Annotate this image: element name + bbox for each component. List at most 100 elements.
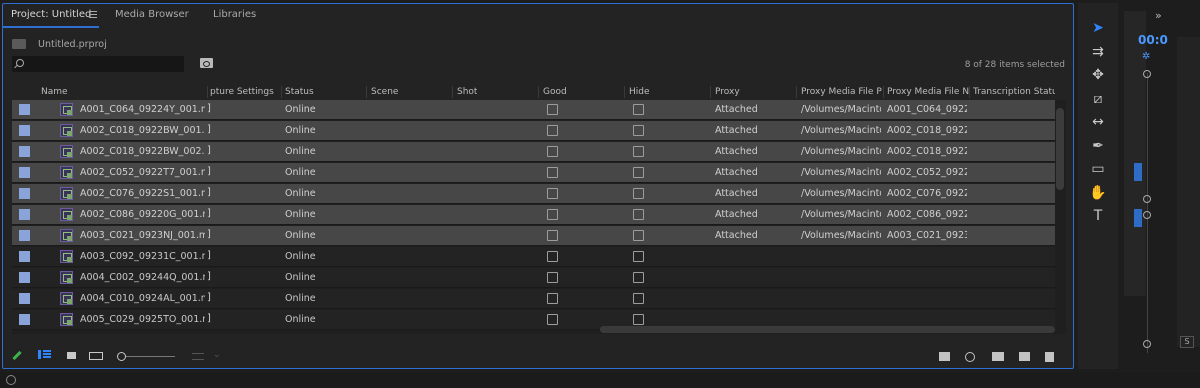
hide-checkbox[interactable] (633, 209, 644, 220)
table-row[interactable]: A002_C086_09220G_001.m] Online Attached/Vo… (12, 205, 1055, 225)
label-color-swatch[interactable] (19, 251, 30, 262)
table-row[interactable]: A001_C064_09224Y_001.m] Online Attached/Vo… (12, 100, 1055, 120)
new-item-icon[interactable] (1019, 352, 1030, 361)
search-input[interactable] (12, 56, 184, 72)
label-color-swatch[interactable] (19, 104, 30, 115)
hide-checkbox[interactable] (633, 125, 644, 136)
cell-status: Online (285, 209, 316, 220)
pencil-icon[interactable] (12, 350, 22, 361)
hide-checkbox[interactable] (633, 272, 644, 283)
hide-checkbox[interactable] (633, 146, 644, 157)
video-clip-icon (60, 208, 73, 221)
list-view-icon[interactable] (38, 350, 51, 359)
table-row[interactable]: A004_C010_0924AL_001.m] Online (12, 289, 1055, 309)
hide-checkbox[interactable] (633, 314, 644, 325)
track-select-forward-tool-icon[interactable]: ⇉ (1087, 42, 1109, 62)
good-checkbox[interactable] (547, 293, 558, 304)
panel-overflow-icon[interactable]: » (1155, 9, 1162, 22)
video-clip-icon (60, 292, 73, 305)
col-status[interactable]: Status (285, 87, 314, 97)
pen-tool-icon[interactable]: ✒ (1087, 136, 1109, 156)
hide-checkbox[interactable] (633, 188, 644, 199)
automate-to-sequence-icon[interactable] (939, 352, 950, 361)
cell-capture-settings: ] (207, 208, 211, 219)
hide-checkbox[interactable] (633, 104, 644, 115)
zoom-slider-knob[interactable] (117, 352, 126, 361)
col-proxy[interactable]: Proxy (715, 87, 740, 97)
col-name[interactable]: Name (41, 87, 68, 97)
new-bin-icon[interactable] (992, 352, 1004, 361)
rail-top-handle[interactable] (1143, 70, 1151, 78)
cell-status: Online (285, 167, 316, 178)
slip-tool-icon[interactable]: ↔ (1087, 112, 1109, 132)
tab-media-browser[interactable]: Media Browser (115, 9, 189, 20)
col-transcription-status[interactable]: Transcription Statu (973, 87, 1055, 97)
good-checkbox[interactable] (547, 314, 558, 325)
hand-tool-icon[interactable]: ✋ (1087, 183, 1109, 203)
selection-tool-icon[interactable]: ➤ (1087, 18, 1109, 38)
type-tool-icon[interactable]: T (1087, 206, 1109, 226)
cell-proxy-name: A003_C021_0923 (887, 230, 967, 241)
label-color-swatch[interactable] (19, 209, 30, 220)
table-row[interactable]: A004_C002_09244Q_001.m] Online (12, 268, 1055, 288)
label-color-swatch[interactable] (19, 230, 30, 241)
hide-checkbox[interactable] (633, 167, 644, 178)
rail-handle[interactable] (1143, 211, 1151, 219)
icon-view-icon[interactable] (67, 352, 76, 359)
table-row[interactable]: A002_C018_0922BW_002.m] Online Attached/Vo… (12, 142, 1055, 162)
good-checkbox[interactable] (547, 209, 558, 220)
chevron-down-icon[interactable]: ⌄ (213, 350, 221, 360)
good-checkbox[interactable] (547, 188, 558, 199)
playhead-timecode[interactable]: 00:0 (1138, 33, 1168, 47)
tab-libraries[interactable]: Libraries (213, 9, 256, 20)
table-row[interactable]: A002_C052_0922T7_001.m] Online Attached/Vo… (12, 163, 1055, 183)
new-search-bin-icon[interactable] (200, 58, 213, 68)
label-color-swatch[interactable] (19, 167, 30, 178)
label-color-swatch[interactable] (19, 146, 30, 157)
label-color-swatch[interactable] (19, 125, 30, 136)
tab-project[interactable]: Project: Untitled (11, 9, 91, 20)
table-row[interactable]: A002_C018_0922BW_001.m] Online Attached/Vo… (12, 121, 1055, 141)
razor-tool-icon[interactable]: ⧄ (1087, 89, 1109, 109)
label-color-swatch[interactable] (19, 314, 30, 325)
good-checkbox[interactable] (547, 167, 558, 178)
col-good[interactable]: Good (543, 87, 567, 97)
rail-bottom-handle[interactable] (1143, 340, 1151, 348)
hide-checkbox[interactable] (633, 251, 644, 262)
hide-checkbox[interactable] (633, 230, 644, 241)
freeform-view-icon[interactable] (89, 352, 103, 360)
col-proxy-media-path[interactable]: Proxy Media File P (801, 87, 883, 97)
label-color-swatch[interactable] (19, 293, 30, 304)
solo-button[interactable]: S (1180, 336, 1194, 348)
panel-menu-icon[interactable] (89, 11, 97, 18)
ripple-edit-tool-icon[interactable]: ✥ (1087, 65, 1109, 85)
vertical-scrollbar[interactable] (1056, 108, 1064, 190)
label-color-swatch[interactable] (19, 188, 30, 199)
table-row[interactable]: A002_C076_0922S1_001.m] Online Attached/Vo… (12, 184, 1055, 204)
table-row[interactable]: A003_C092_09231C_001.m] Online (12, 247, 1055, 267)
col-scene[interactable]: Scene (371, 87, 398, 97)
good-checkbox[interactable] (547, 104, 558, 115)
horizontal-scrollbar[interactable] (600, 326, 1055, 333)
col-proxy-media-name[interactable]: Proxy Media File N (887, 87, 969, 97)
label-color-swatch[interactable] (19, 272, 30, 283)
col-capture-settings[interactable]: pture Settings (210, 87, 280, 97)
good-checkbox[interactable] (547, 125, 558, 136)
good-checkbox[interactable] (547, 272, 558, 283)
col-hide[interactable]: Hide (629, 87, 650, 97)
snap-icon[interactable]: ✲ (1142, 51, 1150, 62)
good-checkbox[interactable] (547, 251, 558, 262)
rail-handle[interactable] (1143, 195, 1151, 203)
good-checkbox[interactable] (547, 146, 558, 157)
trash-icon[interactable] (1045, 352, 1054, 362)
col-shot[interactable]: Shot (457, 87, 477, 97)
table-row[interactable]: A003_C021_0923NJ_001.m] Online Attached/Vo… (12, 226, 1055, 246)
timeline-tracks (1177, 37, 1200, 347)
hide-checkbox[interactable] (633, 293, 644, 304)
good-checkbox[interactable] (547, 230, 558, 241)
column-separator (281, 86, 282, 98)
sort-icons-icon[interactable] (192, 353, 204, 360)
creative-cloud-icon[interactable] (6, 375, 16, 385)
rectangle-tool-icon[interactable]: ▭ (1087, 159, 1109, 179)
find-icon[interactable] (965, 352, 975, 362)
